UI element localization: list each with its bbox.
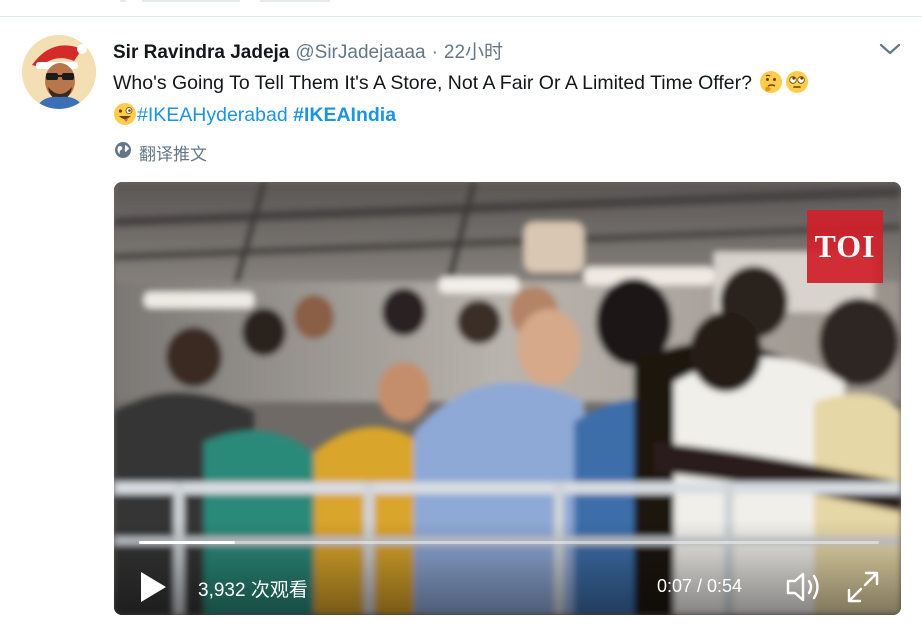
display-name[interactable]: Sir Ravindra Jadeja	[113, 42, 289, 64]
tweet-text: Who's Going To Tell Them It's A Store, N…	[113, 67, 903, 131]
play-icon[interactable]	[138, 570, 168, 604]
tweet-card[interactable]: Sir Ravindra Jadeja @SirJadejaaaa · 22小时…	[0, 17, 922, 632]
previous-tweet-text-fragment	[120, 0, 390, 2]
separator-dot: ·	[431, 42, 438, 63]
previous-tweet-edge	[0, 0, 922, 17]
video-time: 0:07 / 0:54	[657, 576, 743, 596]
thinking-face-emoji	[759, 70, 783, 94]
hashtag-ikea-hyderabad[interactable]: #IKEAHyderabad	[137, 104, 288, 126]
tweet-text-body: Who's Going To Tell Them It's A Store, N…	[113, 72, 752, 94]
fullscreen-icon[interactable]	[846, 570, 880, 604]
face-with-rolling-eyes-emoji	[785, 70, 809, 94]
translate-tweet-label: 翻译推文	[139, 144, 207, 164]
tweet-header: Sir Ravindra Jadeja @SirJadejaaaa · 22小时	[113, 37, 503, 64]
globe-icon	[114, 141, 139, 164]
avatar[interactable]	[22, 35, 96, 109]
hashtag-ikea-india[interactable]: #IKEAIndia	[293, 104, 396, 126]
video-player[interactable]: TOI 3,932 次观看 0:07 / 0:54	[114, 182, 901, 615]
view-count: 3,932 次观看	[198, 580, 308, 601]
video-progress-fill	[139, 541, 236, 544]
chevron-down-icon[interactable]	[878, 39, 902, 59]
volume-icon[interactable]	[784, 569, 824, 605]
video-controls: 3,932 次观看 0:07 / 0:54	[114, 520, 901, 615]
translate-tweet-button[interactable]: 翻译推文	[114, 141, 207, 164]
video-progress-bar[interactable]	[139, 541, 879, 544]
timestamp[interactable]: 22小时	[444, 37, 503, 64]
toi-watermark: TOI	[807, 210, 883, 283]
zany-face-emoji	[113, 102, 137, 126]
user-handle[interactable]: @SirJadejaaaa	[295, 42, 425, 64]
